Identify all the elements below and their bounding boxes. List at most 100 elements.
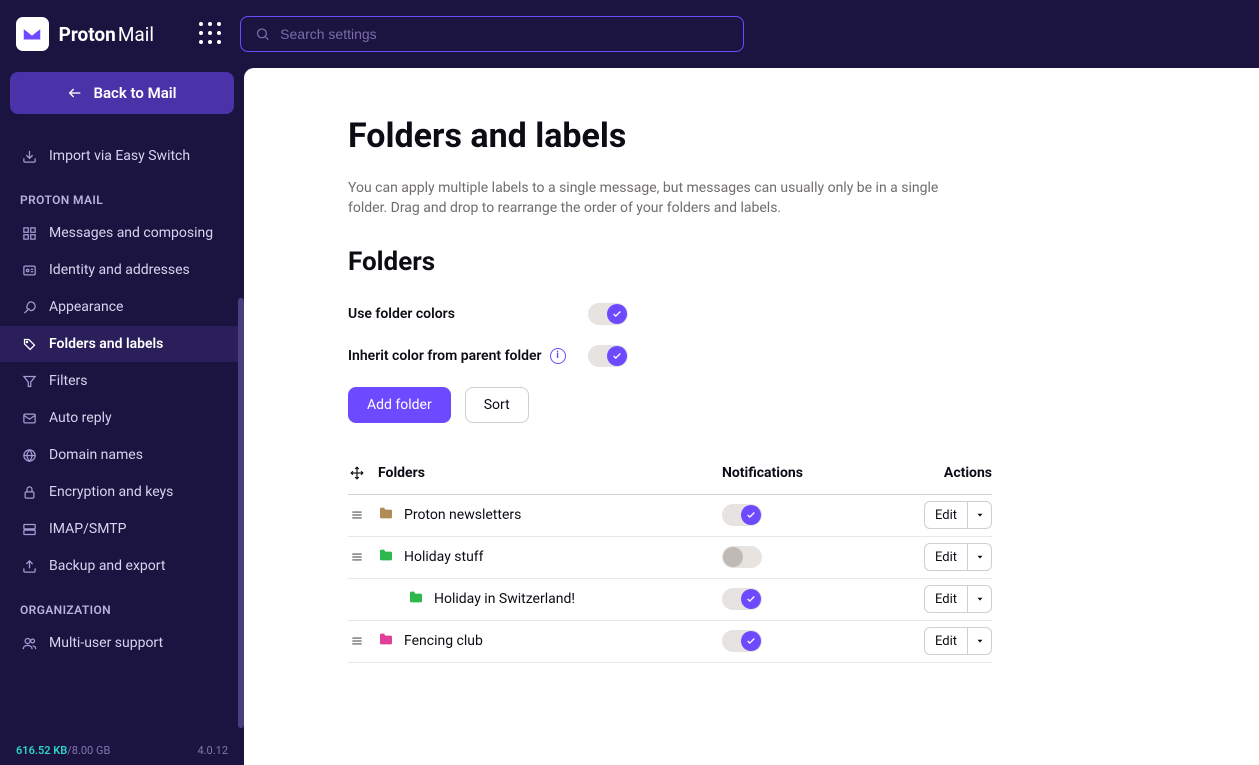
edit-label: Edit [925, 544, 967, 570]
notification-cell [722, 630, 882, 652]
sidebar-footer: 616.52 KB / 8.00 GB 4.0.12 [0, 734, 244, 765]
edit-dropdown-caret[interactable] [967, 628, 991, 654]
nav-label: Filters [49, 373, 88, 389]
th-actions: Actions [882, 465, 992, 481]
notification-toggle[interactable] [722, 504, 762, 526]
tag-icon [20, 337, 38, 352]
sidebar-scrollbar[interactable] [238, 298, 244, 728]
use-folder-colors-toggle[interactable] [588, 303, 628, 325]
nav-label: Identity and addresses [49, 262, 190, 278]
drag-handle-icon[interactable] [348, 508, 366, 522]
folder-icon [378, 547, 394, 567]
edit-dropdown-caret[interactable] [967, 586, 991, 612]
nav-label: IMAP/SMTP [49, 521, 126, 537]
th-folders: Folders [378, 465, 722, 481]
notification-toggle[interactable] [722, 588, 762, 610]
topbar: Proton Mail [0, 0, 1259, 68]
nav-label: Encryption and keys [49, 484, 173, 500]
add-folder-label: Add folder [367, 397, 432, 413]
search-settings[interactable] [240, 16, 744, 52]
sidebar-item-multiuser[interactable]: Multi-user support [10, 625, 234, 661]
table-row: Fencing club Edit [348, 621, 992, 663]
add-folder-button[interactable]: Add folder [348, 387, 451, 423]
notification-cell [722, 546, 882, 568]
sidebar-item-imap[interactable]: IMAP/SMTP [10, 511, 234, 547]
brand-name-2: Mail [118, 23, 154, 46]
sidebar: Back to Mail Import via Easy Switch PROT… [0, 68, 244, 765]
edit-label: Edit [925, 586, 967, 612]
page-title: Folders and labels [348, 116, 998, 156]
sort-button[interactable]: Sort [465, 387, 529, 423]
folder-cell[interactable]: Holiday in Switzerland! [378, 589, 722, 609]
back-to-mail-button[interactable]: Back to Mail [10, 72, 234, 114]
inherit-color-toggle[interactable] [588, 345, 628, 367]
edit-label: Edit [925, 628, 967, 654]
page-description: You can apply multiple labels to a singl… [348, 178, 948, 219]
nav-label: Import via Easy Switch [49, 148, 190, 164]
info-icon[interactable]: i [550, 348, 566, 364]
sidebar-item-autoreply[interactable]: Auto reply [10, 400, 234, 436]
sidebar-item-folders[interactable]: Folders and labels [0, 326, 244, 362]
import-icon [20, 149, 38, 164]
compose-icon [20, 226, 38, 241]
sidebar-item-appearance[interactable]: Appearance [10, 289, 234, 325]
move-header-icon [348, 466, 366, 480]
folder-name: Fencing club [404, 633, 483, 649]
main-content: Folders and labels You can apply multipl… [244, 68, 1259, 765]
nav-label: Folders and labels [49, 336, 163, 352]
edit-button[interactable]: Edit [924, 627, 992, 655]
back-button-label: Back to Mail [93, 84, 176, 102]
filter-icon [20, 374, 38, 389]
drag-handle-icon[interactable] [348, 550, 366, 564]
appearance-icon [20, 300, 38, 315]
edit-label: Edit [925, 502, 967, 528]
notification-toggle[interactable] [722, 630, 762, 652]
sidebar-item-import[interactable]: Import via Easy Switch [10, 138, 234, 174]
folders-heading: Folders [348, 247, 998, 277]
nav-label: Backup and export [49, 558, 165, 574]
folder-cell[interactable]: Fencing club [378, 631, 722, 651]
nav-label: Appearance [49, 299, 123, 315]
brand-text: Proton Mail [59, 23, 154, 46]
folder-icon [408, 589, 424, 609]
search-input[interactable] [280, 26, 729, 42]
sidebar-item-filters[interactable]: Filters [10, 363, 234, 399]
edit-dropdown-caret[interactable] [967, 502, 991, 528]
export-icon [20, 559, 38, 574]
folder-icon [378, 505, 394, 525]
notification-toggle[interactable] [722, 546, 762, 568]
sidebar-item-encryption[interactable]: Encryption and keys [10, 474, 234, 510]
edit-button[interactable]: Edit [924, 543, 992, 571]
search-icon [255, 26, 270, 42]
lock-icon [20, 485, 38, 500]
proton-logo-icon[interactable] [16, 17, 49, 51]
table-row: Proton newsletters Edit [348, 495, 992, 537]
drag-handle-icon[interactable] [348, 592, 378, 606]
section-organization: ORGANIZATION [10, 585, 234, 625]
apps-grid-icon[interactable] [199, 22, 222, 46]
folder-cell[interactable]: Proton newsletters [378, 505, 722, 525]
actions-cell: Edit [882, 501, 992, 529]
folder-name: Proton newsletters [404, 507, 521, 523]
app-version: 4.0.12 [197, 744, 228, 757]
table-row: Holiday stuff Edit [348, 537, 992, 579]
server-icon [20, 522, 38, 537]
notification-cell [722, 588, 882, 610]
inherit-label: Inherit color from parent folder [348, 348, 542, 364]
storage-used: 616.52 KB [16, 744, 67, 757]
brand-area: Proton Mail [16, 17, 240, 51]
sidebar-item-identity[interactable]: Identity and addresses [10, 252, 234, 288]
nav-label: Multi-user support [49, 635, 163, 651]
notification-cell [722, 504, 882, 526]
nav-label: Domain names [49, 447, 143, 463]
identity-icon [20, 263, 38, 278]
nav-label: Auto reply [49, 410, 112, 426]
sidebar-item-messages[interactable]: Messages and composing [10, 215, 234, 251]
drag-handle-icon[interactable] [348, 634, 366, 648]
edit-button[interactable]: Edit [924, 501, 992, 529]
sidebar-item-backup[interactable]: Backup and export [10, 548, 234, 584]
sidebar-item-domains[interactable]: Domain names [10, 437, 234, 473]
edit-button[interactable]: Edit [924, 585, 992, 613]
folder-cell[interactable]: Holiday stuff [378, 547, 722, 567]
edit-dropdown-caret[interactable] [967, 544, 991, 570]
